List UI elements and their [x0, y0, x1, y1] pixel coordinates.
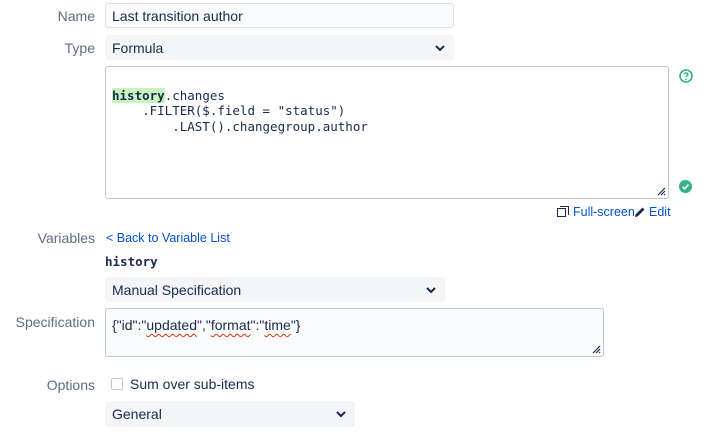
formula-line1-rest: .changes [164, 87, 225, 103]
chevron-down-icon [435, 44, 445, 51]
resize-handle-icon[interactable] [592, 345, 601, 354]
formula-keyword: history [112, 87, 165, 103]
sum-over-subitems-label[interactable]: Sum over sub-items [130, 376, 254, 392]
type-select[interactable]: Formula [105, 35, 454, 60]
resize-handle-icon[interactable] [657, 187, 666, 196]
aggregation-value: General [112, 406, 162, 422]
name-input[interactable]: Last transition author [105, 3, 454, 28]
formula-line2: .FILTER($.field = "status") [112, 103, 346, 118]
variables-label: Variables [37, 230, 95, 246]
pencil-icon [635, 207, 645, 217]
specification-textarea[interactable]: {"id":"updated","format":"time"} [105, 308, 604, 357]
type-label: Type [64, 40, 95, 56]
back-to-variable-list-link[interactable]: < Back to Variable List [106, 231, 230, 245]
chevron-down-icon [426, 286, 436, 293]
variable-mode-value: Manual Specification [112, 281, 242, 298]
chevron-down-icon [336, 411, 346, 418]
formula-line3: .LAST().changegroup.author [112, 118, 368, 134]
fullscreen-icon [557, 206, 569, 217]
formula-editor[interactable]: history.changes .FILTER($.field = "statu… [105, 66, 669, 199]
fullscreen-link[interactable]: Full-screen [557, 205, 635, 219]
name-label: Name [57, 8, 95, 24]
options-label: Options [46, 377, 95, 393]
help-icon[interactable] [679, 69, 693, 83]
fullscreen-label: Full-screen [573, 205, 635, 219]
type-select-value: Formula [112, 39, 164, 56]
name-input-value: Last transition author [112, 7, 243, 24]
edit-label: Edit [649, 205, 671, 219]
aggregation-select[interactable]: General [105, 401, 355, 427]
sum-over-subitems-checkbox[interactable] [111, 378, 123, 390]
check-circle-icon [679, 180, 692, 193]
specification-label: Specification [15, 314, 95, 330]
variable-mode-select[interactable]: Manual Specification [105, 277, 445, 302]
specification-text: {"id":"updated","format":"time"} [112, 317, 301, 333]
variable-name: history [105, 254, 158, 269]
edit-link[interactable]: Edit [634, 205, 671, 219]
